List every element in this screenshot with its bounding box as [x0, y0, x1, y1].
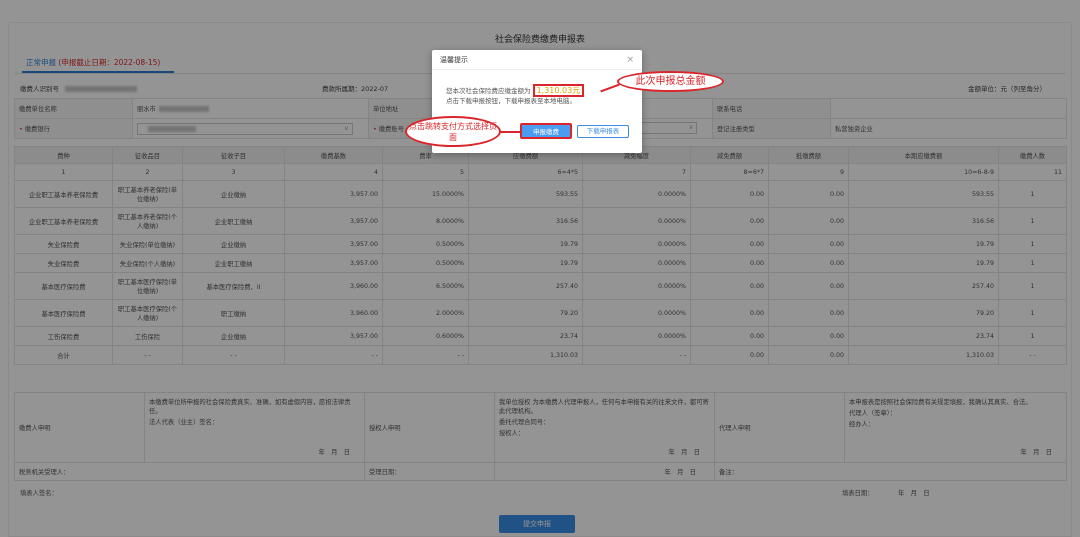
modal-amount: 1,310.03元: [532, 84, 585, 97]
download-form-button[interactable]: 下载申报表: [577, 125, 629, 138]
modal-msg-line2: 点击下载申报按钮，下载申报表至本地电脑。: [446, 97, 576, 105]
callout-arrow-pay: [498, 131, 522, 133]
close-icon[interactable]: ×: [626, 55, 634, 65]
modal-title: 温馨提示: [432, 50, 642, 70]
callout-total-amount: 此次申报总金额: [617, 71, 724, 92]
declare-pay-button[interactable]: 申报缴费: [520, 123, 572, 139]
modal-msg-prefix: 您本次社会保险费应缴金额为: [446, 87, 531, 95]
callout-pay-redirect: 点击跳转支付方式选择页面: [405, 116, 501, 147]
